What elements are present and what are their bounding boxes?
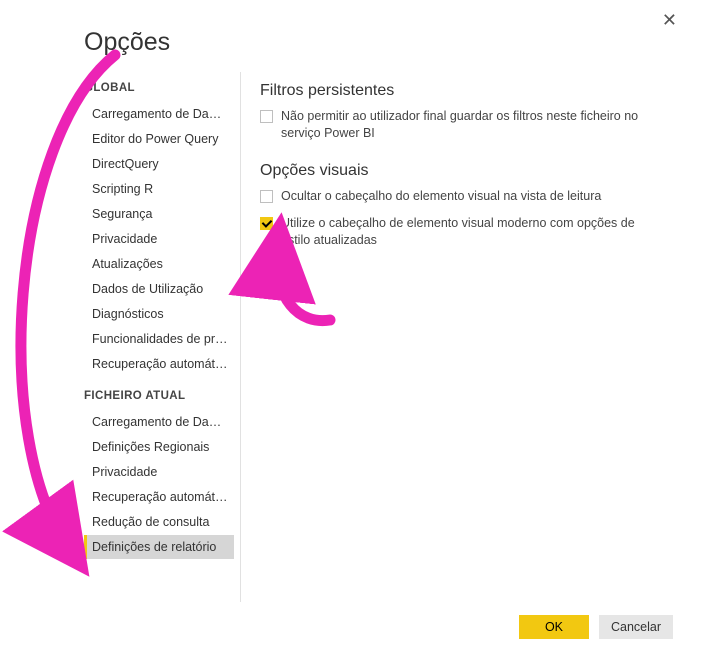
dialog-footer: OK Cancelar xyxy=(519,615,673,639)
group-title-visual-options: Opções visuais xyxy=(260,162,665,180)
nav-file-5[interactable]: Definições de relatório xyxy=(84,535,234,559)
nav-global-4[interactable]: Segurança xyxy=(84,202,234,226)
content-pane: Filtros persistentes Não permitir ao uti… xyxy=(260,78,665,258)
checkbox-label: Utilize o cabeçalho de elemento visual m… xyxy=(281,215,665,249)
vertical-divider xyxy=(240,72,241,602)
nav-global-8[interactable]: Diagnósticos xyxy=(84,302,234,326)
nav-global-9[interactable]: Funcionalidades de pré… xyxy=(84,327,234,351)
nav-global-0[interactable]: Carregamento de Dados xyxy=(84,102,234,126)
checkbox-modern-visual-header[interactable] xyxy=(260,217,273,230)
checkbox-label: Ocultar o cabeçalho do elemento visual n… xyxy=(281,188,665,205)
nav-file-4[interactable]: Redução de consulta xyxy=(84,510,234,534)
options-dialog: ✕ Opções GLOBAL Carregamento de Dados Ed… xyxy=(0,0,701,657)
nav-file-3[interactable]: Recuperação automática xyxy=(84,485,234,509)
nav-file-2[interactable]: Privacidade xyxy=(84,460,234,484)
checkbox-hide-visual-header[interactable] xyxy=(260,190,273,203)
sidebar-section-global: GLOBAL xyxy=(84,82,234,94)
sidebar: GLOBAL Carregamento de Dados Editor do P… xyxy=(84,82,234,582)
ok-button[interactable]: OK xyxy=(519,615,589,639)
nav-global-2[interactable]: DirectQuery xyxy=(84,152,234,176)
nav-global-5[interactable]: Privacidade xyxy=(84,227,234,251)
checkbox-row-hide-header: Ocultar o cabeçalho do elemento visual n… xyxy=(260,188,665,205)
nav-file-1[interactable]: Definições Regionais xyxy=(84,435,234,459)
checkbox-disallow-save-filters[interactable] xyxy=(260,110,273,123)
cancel-button[interactable]: Cancelar xyxy=(599,615,673,639)
nav-global-6[interactable]: Atualizações xyxy=(84,252,234,276)
nav-global-3[interactable]: Scripting R xyxy=(84,177,234,201)
close-icon[interactable]: ✕ xyxy=(654,6,685,35)
nav-global-7[interactable]: Dados de Utilização xyxy=(84,277,234,301)
dialog-title: Opções xyxy=(84,28,170,57)
nav-global-1[interactable]: Editor do Power Query xyxy=(84,127,234,151)
group-title-persistent-filters: Filtros persistentes xyxy=(260,82,665,100)
nav-global-10[interactable]: Recuperação automática xyxy=(84,352,234,376)
checkbox-label: Não permitir ao utilizador final guardar… xyxy=(281,108,665,142)
nav-file-0[interactable]: Carregamento de Dados xyxy=(84,410,234,434)
checkbox-row-modern-header: Utilize o cabeçalho de elemento visual m… xyxy=(260,215,665,249)
sidebar-section-file: FICHEIRO ATUAL xyxy=(84,390,234,402)
checkbox-row-disallow-save-filters: Não permitir ao utilizador final guardar… xyxy=(260,108,665,142)
